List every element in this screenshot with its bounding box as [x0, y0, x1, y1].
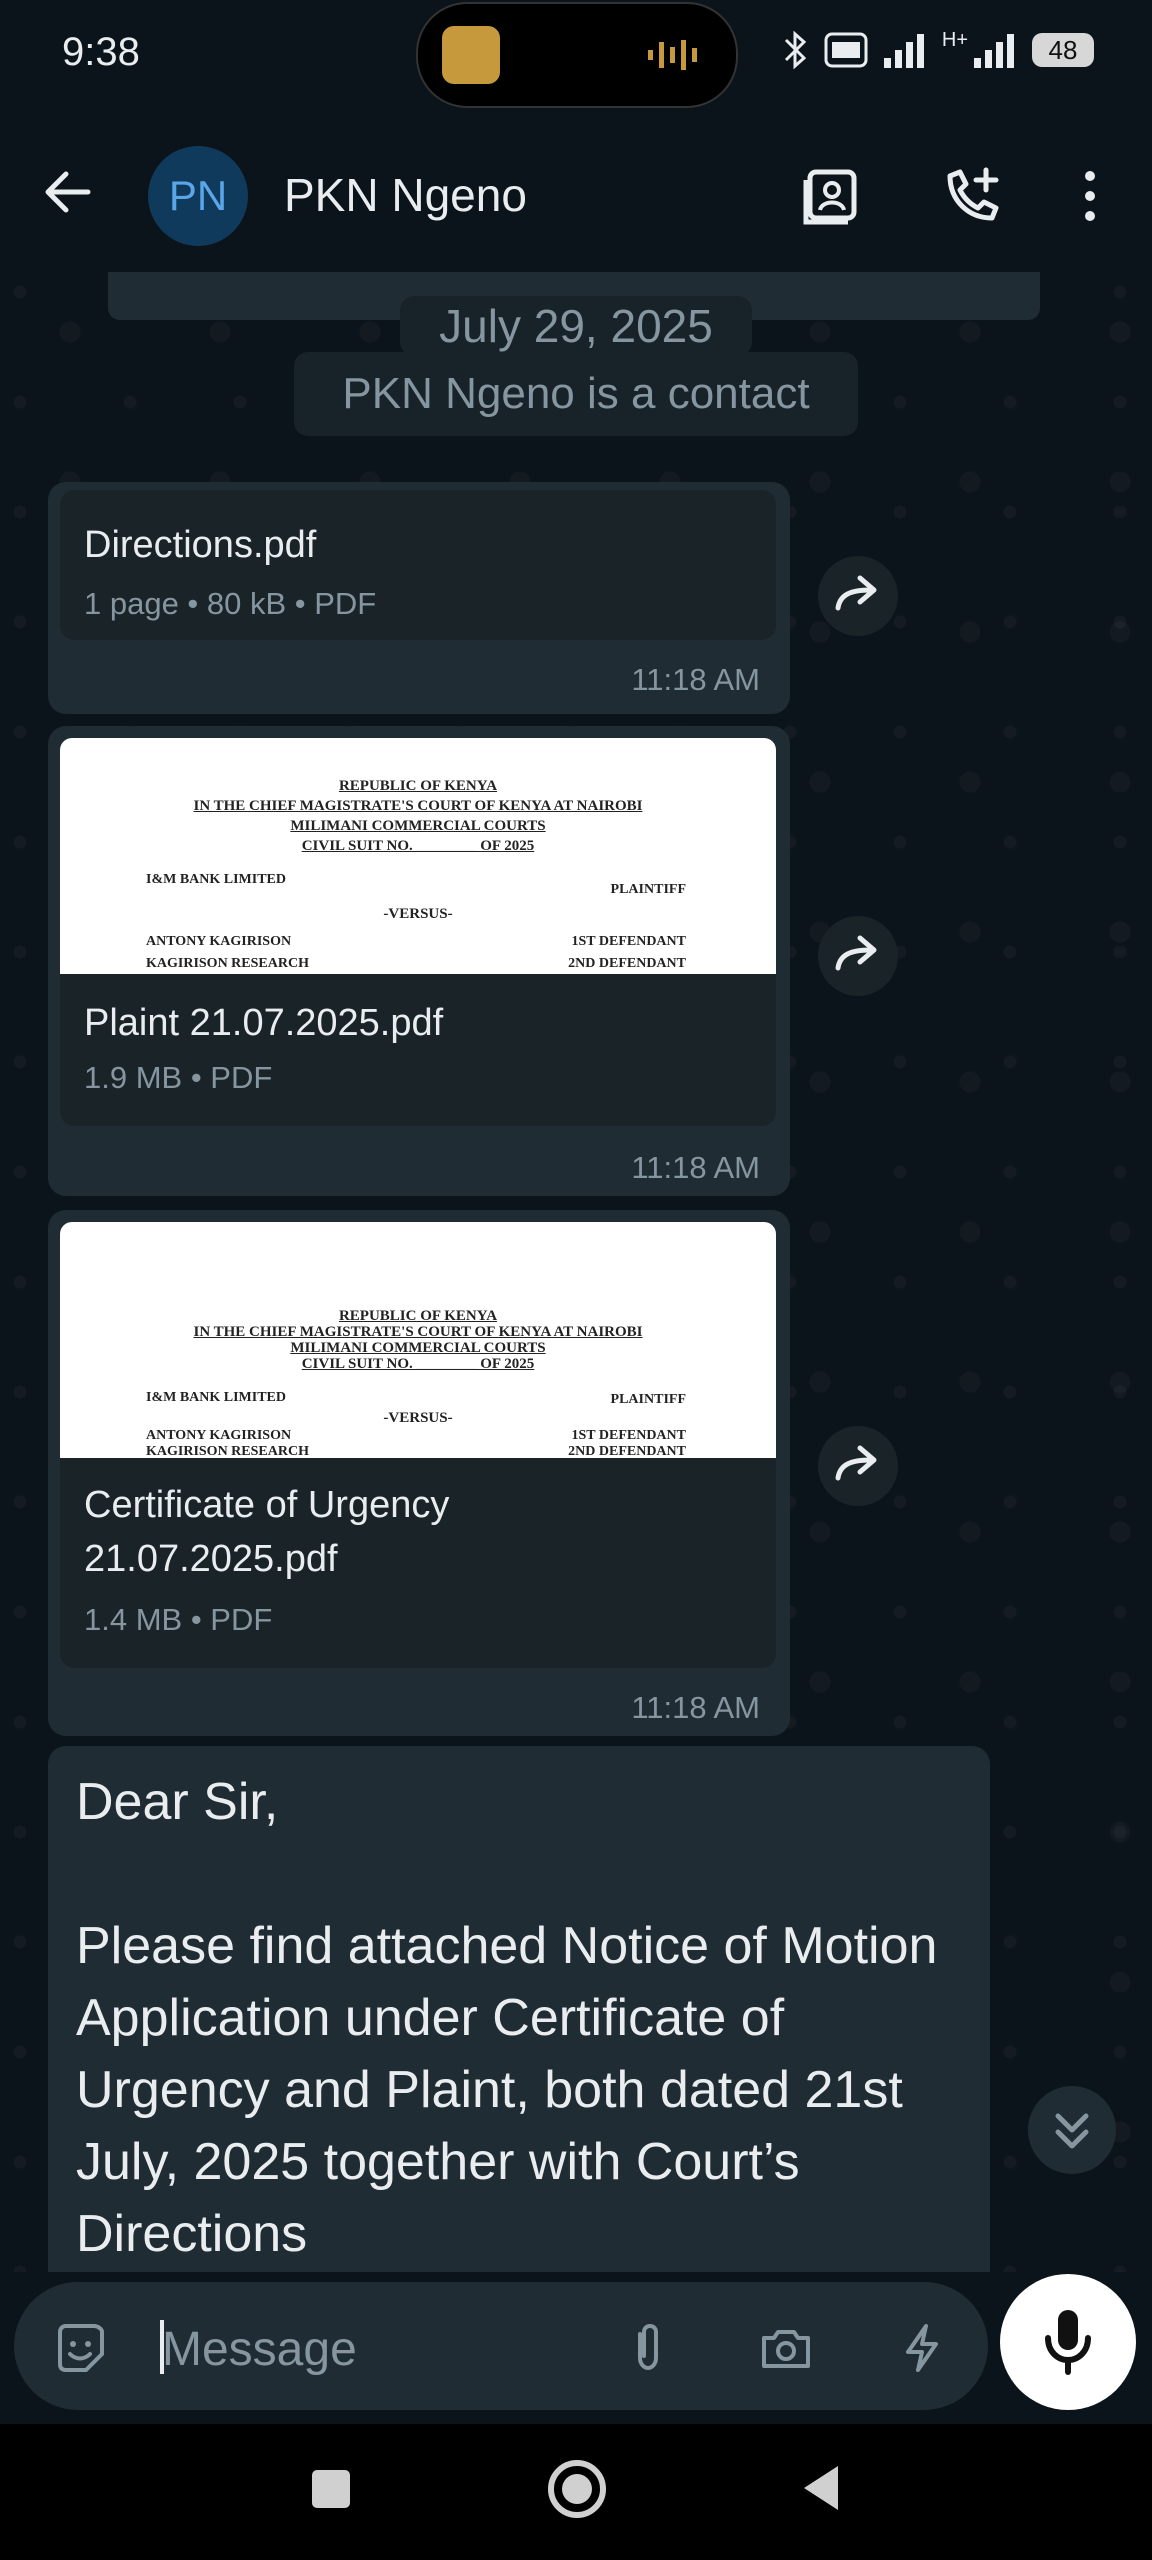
file-meta: 1 page • 80 kB • PDF: [84, 586, 377, 621]
recent-apps-icon[interactable]: [306, 2464, 356, 2514]
preview-text: 1ST DEFENDANT: [571, 1428, 687, 1443]
preview-text: I&M BANK LIMITED: [146, 1390, 287, 1405]
file-meta: 1.9 MB • PDF: [84, 1060, 273, 1095]
preview-text: IN THE CHIEF MAGISTRATE'S COURT OF KENYA…: [193, 1324, 643, 1340]
forward-button[interactable]: [818, 556, 898, 636]
message-composer: Message: [0, 2272, 1152, 2424]
status-time: 9:38: [62, 30, 140, 74]
add-call-icon[interactable]: [940, 164, 1004, 228]
status-bar: 9:38 H+ 48: [0, 0, 1152, 112]
preview-text: 2ND DEFENDANT: [568, 1444, 686, 1458]
quick-reply-icon[interactable]: [894, 2320, 950, 2376]
back-nav-icon[interactable]: [796, 2462, 848, 2514]
signal-icon-2: [974, 34, 1014, 68]
preview-text: ANTONY KAGIRISON: [146, 1428, 292, 1443]
message-placeholder: Message: [162, 2323, 357, 2376]
network-type-label: H+: [941, 28, 968, 51]
audio-wave-icon: [648, 40, 697, 70]
now-playing-artwork: [442, 26, 500, 84]
battery-icon: 48: [1032, 33, 1094, 67]
message-time: 11:18 AM: [631, 1150, 760, 1185]
preview-text: IN THE CHIEF MAGISTRATE'S COURT OF KENYA…: [193, 798, 643, 814]
forward-icon: [835, 935, 877, 971]
preview-text: MILIMANI COMMERCIAL COURTS: [290, 1340, 546, 1356]
file-name: Directions.pdf: [84, 524, 317, 566]
document-card[interactable]: Certificate of Urgency 21.07.2025.pdf 1.…: [60, 1458, 776, 1668]
voice-message-button[interactable]: [1000, 2274, 1136, 2410]
document-preview[interactable]: REPUBLIC OF KENYA IN THE CHIEF MAGISTRAT…: [60, 1222, 776, 1458]
chat-header: PN PKN Ngeno: [0, 112, 1152, 273]
preview-text: I&M BANK LIMITED: [146, 872, 287, 887]
document-message[interactable]: Directions.pdf 1 page • 80 kB • PDF 11:1…: [48, 482, 790, 714]
forward-icon: [835, 575, 877, 611]
more-options-icon[interactable]: [1058, 164, 1122, 228]
preview-text: -VERSUS-: [383, 906, 453, 922]
system-nav-bar: [0, 2424, 1152, 2560]
message-greeting: Dear Sir,: [76, 1773, 279, 1831]
preview-text: PLAINTIFF: [610, 882, 686, 897]
sticker-icon[interactable]: [52, 2320, 108, 2376]
preview-text: PLAINTIFF: [610, 1392, 686, 1407]
preview-text: KAGIRISON RESEARCH: [146, 956, 309, 971]
microphone-icon: [1045, 2310, 1091, 2375]
chat-area[interactable]: July 29, 2025 PKN Ngeno is a contact Dir…: [0, 272, 1152, 2272]
preview-text: KAGIRISON RESEARCH: [146, 1444, 309, 1458]
message-text: Dear Sir, Please find attached Notice of…: [76, 1766, 956, 2270]
signal-icon: [883, 34, 924, 68]
message-body: Please find attached Notice of Motion Ap…: [76, 1917, 938, 2263]
camera-icon[interactable]: [758, 2320, 814, 2376]
document-preview[interactable]: REPUBLIC OF KENYA IN THE CHIEF MAGISTRAT…: [60, 738, 776, 974]
message-input[interactable]: Message: [14, 2282, 988, 2410]
preview-page: REPUBLIC OF KENYA IN THE CHIEF MAGISTRAT…: [60, 1222, 776, 1458]
dynamic-island[interactable]: [416, 2, 738, 108]
forward-button[interactable]: [818, 916, 898, 996]
message-time: 11:18 AM: [631, 662, 760, 697]
preview-text: REPUBLIC OF KENYA: [338, 1308, 498, 1324]
avatar[interactable]: PN: [148, 146, 248, 246]
attach-icon[interactable]: [620, 2320, 676, 2376]
scroll-to-bottom-button[interactable]: [1028, 2086, 1116, 2174]
preview-text: CIVIL SUIT NO. ________ OF 2025: [301, 1356, 535, 1372]
contact-info-chip: PKN Ngeno is a contact: [294, 352, 858, 436]
home-icon[interactable]: [546, 2458, 608, 2520]
date-separator: July 29, 2025: [400, 296, 752, 356]
preview-text: MILIMANI COMMERCIAL COURTS: [290, 818, 546, 834]
forward-icon: [835, 1445, 877, 1481]
file-name: Plaint 21.07.2025.pdf: [84, 1002, 444, 1044]
preview-text: 2ND DEFENDANT: [568, 956, 686, 971]
document-message[interactable]: REPUBLIC OF KENYA IN THE CHIEF MAGISTRAT…: [48, 726, 790, 1196]
preview-page: REPUBLIC OF KENYA IN THE CHIEF MAGISTRAT…: [60, 738, 776, 974]
double-chevron-down-icon: [1055, 2113, 1089, 2149]
preview-text: -VERSUS-: [383, 1410, 453, 1426]
document-message[interactable]: REPUBLIC OF KENYA IN THE CHIEF MAGISTRAT…: [48, 1210, 790, 1736]
bluetooth-icon: [784, 30, 807, 70]
status-icons: H+ 48: [780, 28, 1094, 70]
message-time: 11:18 AM: [631, 1690, 760, 1725]
preview-text: REPUBLIC OF KENYA: [338, 778, 498, 794]
document-card[interactable]: Plaint 21.07.2025.pdf 1.9 MB • PDF: [60, 974, 776, 1126]
preview-text: ANTONY KAGIRISON: [146, 934, 292, 949]
contact-card-icon[interactable]: [800, 164, 864, 228]
back-arrow-icon[interactable]: [36, 160, 100, 224]
text-message[interactable]: Dear Sir, Please find attached Notice of…: [48, 1746, 990, 2272]
preview-text: CIVIL SUIT NO. ________ OF 2025: [301, 838, 535, 854]
forward-button[interactable]: [818, 1426, 898, 1506]
file-name: Certificate of Urgency 21.07.2025.pdf: [84, 1484, 450, 1580]
document-card[interactable]: Directions.pdf 1 page • 80 kB • PDF: [60, 490, 776, 640]
preview-text: 1ST DEFENDANT: [571, 934, 687, 949]
file-meta: 1.4 MB • PDF: [84, 1602, 273, 1637]
contact-name[interactable]: PKN Ngeno: [284, 168, 527, 222]
volte-icon: [824, 32, 868, 68]
